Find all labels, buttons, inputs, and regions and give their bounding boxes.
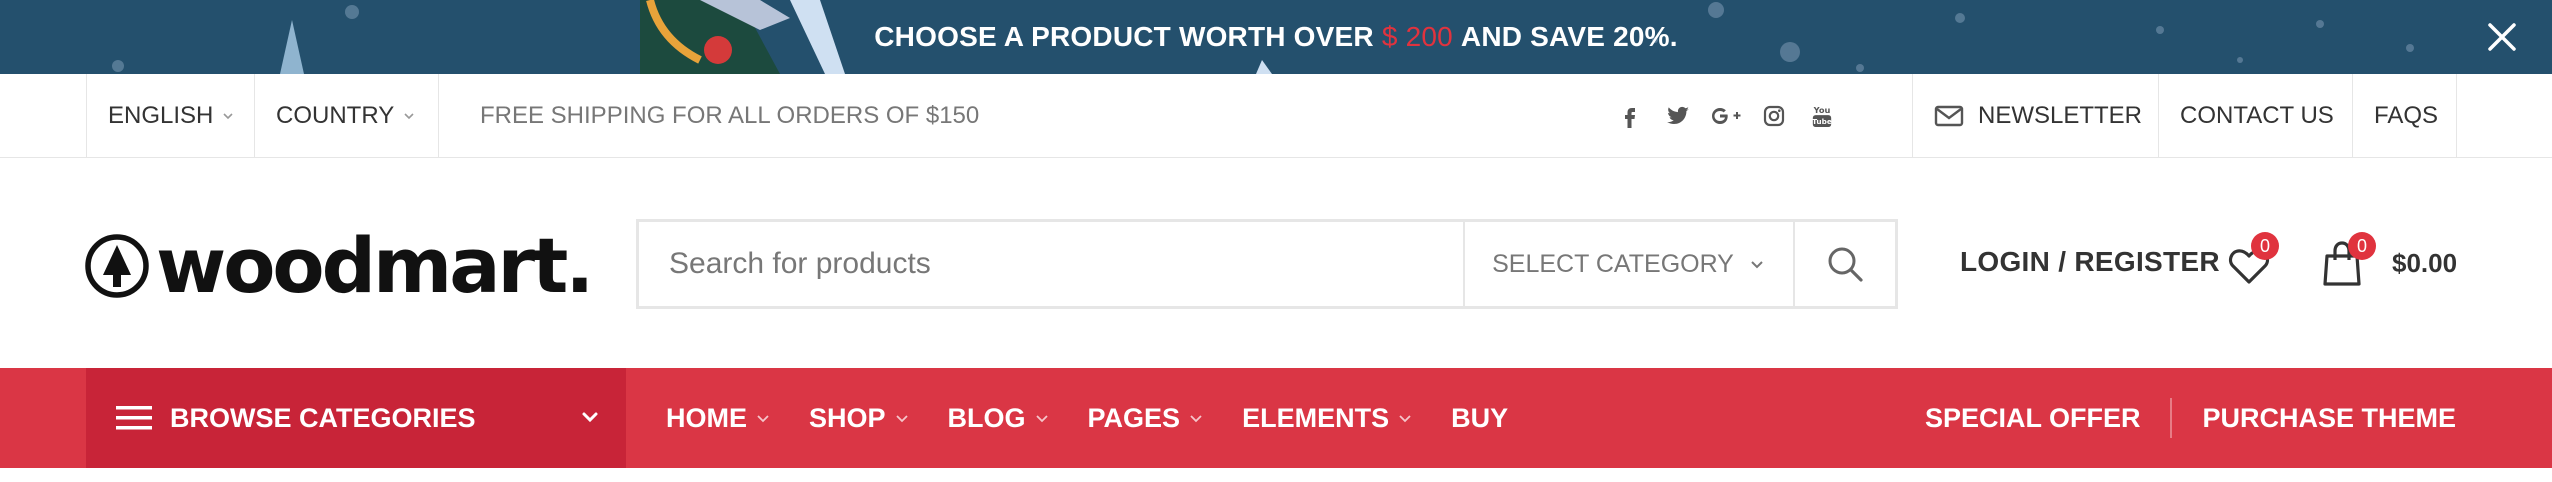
google-plus-icon[interactable]: [1708, 98, 1744, 134]
country-selector[interactable]: COUNTRY: [276, 74, 416, 158]
svg-text:You: You: [1813, 105, 1831, 115]
newsletter-label: NEWSLETTER: [1978, 102, 2143, 129]
menu-item-pages[interactable]: PAGES: [1088, 403, 1205, 434]
main-navigation: BROWSE CATEGORIES HOME SHOP BLOG PAGES E…: [0, 368, 2552, 468]
language-selector[interactable]: ENGLISH: [108, 74, 235, 158]
menu-item-buy[interactable]: BUY: [1451, 403, 1508, 434]
search-icon: [1828, 247, 1863, 282]
divider: [254, 74, 255, 158]
menu-item-label: BLOG: [947, 402, 1026, 433]
language-label: ENGLISH: [108, 102, 214, 129]
menu-item-label: BUY: [1451, 402, 1509, 433]
menu-item-label: SHOP: [809, 402, 886, 433]
purchase-theme-link[interactable]: PURCHASE THEME: [2202, 403, 2456, 434]
divider: [86, 74, 87, 158]
newsletter-link[interactable]: NEWSLETTER: [1934, 74, 2142, 158]
instagram-icon[interactable]: [1756, 98, 1792, 134]
secondary-menu: SPECIAL OFFER PURCHASE THEME: [1925, 368, 2456, 468]
wishlist-count-badge: 0: [2251, 232, 2279, 260]
chevron-down-icon: [223, 113, 233, 120]
browse-categories-label: BROWSE CATEGORIES: [170, 402, 476, 433]
primary-menu: HOME SHOP BLOG PAGES ELEMENTS BUY: [666, 368, 1546, 468]
search-form: SELECT CATEGORY: [636, 219, 1898, 309]
chevron-down-icon: [1035, 415, 1048, 423]
menu-item-label: PAGES: [1087, 402, 1181, 433]
search-input[interactable]: [639, 222, 1463, 306]
youtube-icon[interactable]: You Tube: [1804, 98, 1840, 134]
social-links: You Tube: [1606, 74, 1846, 158]
menu-item-home[interactable]: HOME: [666, 403, 771, 434]
promo-prefix: CHOOSE A PRODUCT WORTH OVER: [874, 21, 1374, 52]
chevron-down-icon: [582, 412, 598, 423]
shipping-notice: FREE SHIPPING FOR ALL ORDERS OF $150: [480, 102, 980, 129]
page-background: [0, 468, 2552, 482]
top-bar: ENGLISH COUNTRY FREE SHIPPING FOR ALL OR…: [0, 74, 2552, 158]
logo[interactable]: woodmart.: [84, 221, 594, 310]
wishlist-button[interactable]: 0: [2227, 232, 2279, 288]
logo-text: woodmart.: [156, 221, 594, 310]
divider: [2170, 398, 2173, 438]
chevron-down-icon: [895, 415, 908, 423]
envelope-icon: [1934, 105, 1964, 127]
special-offer-link[interactable]: SPECIAL OFFER: [1925, 403, 2141, 434]
promo-message: CHOOSE A PRODUCT WORTH OVER $ 200 AND SA…: [0, 0, 2552, 74]
facebook-icon[interactable]: [1612, 98, 1648, 134]
divider: [2352, 74, 2353, 158]
menu-item-elements[interactable]: ELEMENTS: [1242, 403, 1413, 434]
chevron-down-icon: [404, 113, 414, 120]
twitter-icon[interactable]: [1660, 98, 1696, 134]
promo-amount: $ 200: [1381, 21, 1453, 52]
chevron-down-icon: [757, 415, 769, 423]
category-select[interactable]: SELECT CATEGORY: [1463, 222, 1793, 306]
contact-us-link[interactable]: CONTACT US: [2180, 74, 2334, 158]
chevron-down-icon: [1190, 415, 1202, 423]
divider: [438, 74, 439, 158]
divider: [2158, 74, 2159, 158]
hamburger-menu-icon: [116, 406, 152, 430]
divider: [1912, 74, 1913, 158]
country-label: COUNTRY: [276, 102, 395, 129]
divider: [2456, 74, 2457, 158]
login-register-link[interactable]: LOGIN / REGISTER: [1960, 246, 2220, 278]
cart-total[interactable]: $0.00: [2392, 248, 2457, 279]
promo-suffix: AND SAVE 20%.: [1460, 21, 1678, 52]
tree-logo-icon: [85, 234, 149, 298]
category-select-label: SELECT CATEGORY: [1492, 249, 1734, 278]
cart-button[interactable]: 0: [2320, 232, 2376, 288]
menu-item-blog[interactable]: BLOG: [948, 403, 1050, 434]
faqs-link[interactable]: FAQS: [2374, 74, 2438, 158]
close-icon[interactable]: [2482, 17, 2522, 57]
browse-categories-button[interactable]: BROWSE CATEGORIES: [86, 368, 626, 468]
menu-item-label: ELEMENTS: [1242, 402, 1390, 433]
chevron-down-icon: [1751, 261, 1763, 269]
menu-item-shop[interactable]: SHOP: [809, 403, 910, 434]
cart-count-badge: 0: [2348, 232, 2376, 260]
chevron-down-icon: [1399, 415, 1411, 423]
search-button[interactable]: [1793, 222, 1895, 306]
main-header: woodmart. SELECT CATEGORY LOGIN / REGIST…: [0, 158, 2552, 368]
promo-bar: CHOOSE A PRODUCT WORTH OVER $ 200 AND SA…: [0, 0, 2552, 74]
svg-text:Tube: Tube: [1812, 117, 1832, 126]
menu-item-label: HOME: [666, 402, 747, 433]
